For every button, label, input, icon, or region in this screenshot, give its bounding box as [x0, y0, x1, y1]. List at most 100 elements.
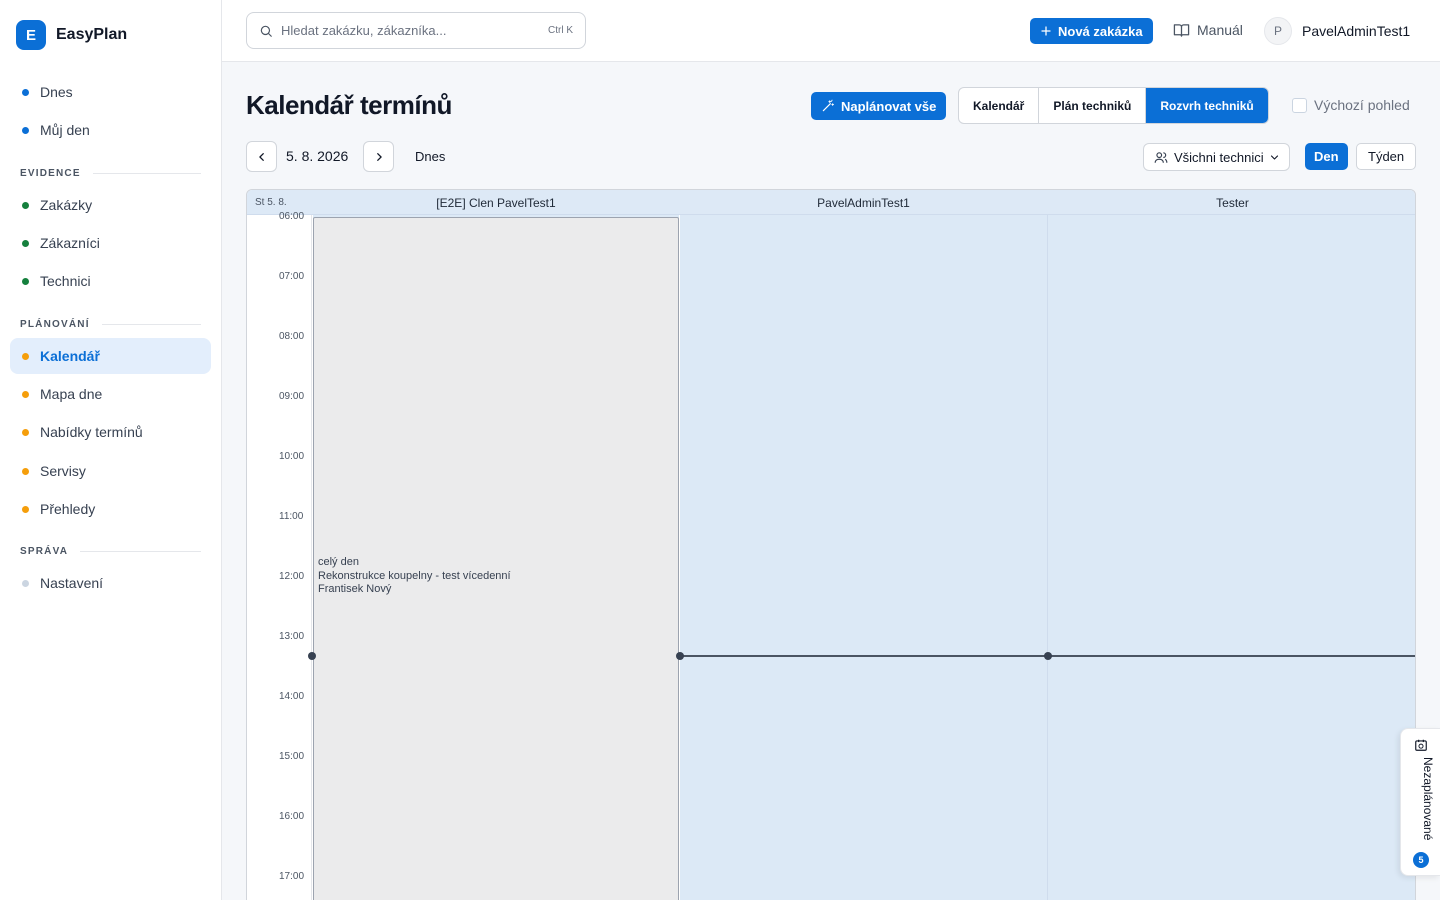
time-label: 08:00 — [279, 331, 305, 342]
plan-all-label: Naplánovat vše — [841, 98, 937, 114]
day-view-button[interactable]: Den — [1305, 143, 1348, 170]
column-header[interactable]: [E2E] Clen PavelTest1 — [313, 196, 679, 210]
plus-icon — [1041, 26, 1051, 36]
plan-all-button[interactable]: Naplánovat vše — [811, 92, 947, 120]
sidebar-item-zakaznici[interactable]: Zákazníci — [10, 225, 211, 261]
checkbox[interactable] — [1292, 97, 1307, 113]
dot-icon — [22, 505, 29, 513]
default-view-checkbox[interactable]: Výchozí pohled — [1292, 97, 1410, 113]
magic-wand-icon — [822, 99, 835, 112]
sidebar-item-label: Můj den — [40, 122, 90, 138]
column-background[interactable] — [680, 215, 1047, 900]
users-icon — [1154, 151, 1168, 163]
brand-name: EasyPlan — [56, 26, 128, 43]
section-label-planovani: PLÁNOVÁNÍ — [20, 319, 201, 330]
manual-label: Manuál — [1197, 22, 1243, 38]
sidebar-item-label: Mapa dne — [40, 386, 103, 402]
dot-icon — [22, 579, 29, 587]
sidebar-item-label: Přehledy — [40, 501, 96, 517]
time-label: 16:00 — [279, 811, 305, 822]
sidebar-item-dnes[interactable]: Dnes — [10, 74, 211, 110]
dot-icon — [22, 352, 29, 360]
dot-icon — [22, 428, 29, 436]
dot-icon — [22, 201, 29, 209]
time-label: 14:00 — [279, 691, 305, 702]
time-label: 10:00 — [279, 451, 305, 462]
sidebar-item-technici[interactable]: Technici — [10, 263, 211, 299]
current-time-dot — [1044, 652, 1052, 660]
column-header[interactable]: PavelAdminTest1 — [680, 196, 1047, 210]
unscheduled-count-badge: 5 — [1413, 852, 1429, 868]
divider — [101, 324, 201, 325]
time-gutter: 06:00 07:00 08:00 09:00 10:00 11:00 12:0… — [247, 211, 312, 900]
manual-link[interactable]: Manuál — [1173, 22, 1243, 38]
tab-kalendar[interactable]: Kalendář — [959, 88, 1040, 123]
next-day-button[interactable] — [363, 141, 394, 172]
prev-day-button[interactable] — [246, 141, 277, 172]
search-icon — [260, 25, 272, 37]
avatar: P — [1264, 17, 1292, 45]
time-label: 09:00 — [279, 391, 305, 402]
sidebar-item-label: Zakázky — [40, 197, 93, 213]
divider — [80, 551, 201, 552]
sidebar-item-nastaveni[interactable]: Nastavení — [10, 565, 211, 601]
calendar-grid: St 5. 8. [E2E] Clen PavelTest1 PavelAdmi… — [246, 189, 1416, 900]
sidebar-item-label: Kalendář — [40, 348, 100, 364]
unscheduled-panel-toggle[interactable]: Nezaplánované 5 — [1400, 728, 1440, 876]
week-view-button[interactable]: Týden — [1356, 143, 1417, 170]
current-time-dot — [676, 652, 684, 660]
current-date: 5. 8. 2026 — [286, 148, 349, 164]
sidebar-item-label: Nabídky termínů — [40, 424, 143, 440]
view-switcher: Kalendář Plán techniků Rozvrh techniků — [958, 87, 1269, 124]
section-label-sprava: SPRÁVA — [20, 546, 201, 557]
brand[interactable]: E EasyPlan — [16, 20, 127, 50]
sidebar-item-nabidky-terminu[interactable]: Nabídky termínů — [10, 414, 211, 450]
user-menu[interactable]: P PavelAdminTest1 — [1264, 17, 1410, 45]
sidebar-item-label: Zákazníci — [40, 235, 100, 251]
sidebar-item-servisy[interactable]: Servisy — [10, 453, 211, 489]
sidebar-item-mapa-dne[interactable]: Mapa dne — [10, 376, 211, 412]
book-icon — [1173, 23, 1190, 37]
sidebar-item-zakazky[interactable]: Zakázky — [10, 187, 211, 223]
tab-rozvrh-techniku[interactable]: Rozvrh techniků — [1146, 88, 1268, 123]
section-title: EVIDENCE — [20, 168, 81, 179]
time-label: 11:00 — [279, 511, 304, 522]
calendar-clock-icon — [1415, 739, 1427, 751]
day-header: St 5. 8. — [255, 197, 287, 208]
user-name: PavelAdminTest1 — [1302, 23, 1411, 39]
sidebar-item-prehledy[interactable]: Přehledy — [10, 491, 211, 527]
unscheduled-label: Nezaplánované — [1421, 757, 1435, 841]
tab-plan-techniku[interactable]: Plán techniků — [1039, 88, 1147, 123]
search-input[interactable]: Hledat zakázku, zákazníka... Ctrl K — [246, 12, 586, 49]
search-placeholder: Hledat zakázku, zákazníka... — [281, 23, 447, 38]
new-order-button[interactable]: Nová zakázka — [1030, 18, 1153, 44]
sidebar-item-label: Dnes — [40, 84, 73, 100]
default-view-label: Výchozí pohled — [1314, 97, 1410, 113]
technician-filter-label: Všichni technici — [1174, 149, 1264, 165]
event-duration: celý den — [318, 556, 359, 568]
dot-icon — [22, 239, 29, 247]
time-label: 15:00 — [279, 751, 305, 762]
time-label: 06:00 — [279, 211, 305, 222]
dot-icon — [22, 277, 29, 285]
technician-filter[interactable]: Všichni technici — [1143, 143, 1290, 171]
sidebar: E EasyPlan Dnes Můj den EVIDENCE Zakázky… — [0, 0, 222, 900]
dot-icon — [22, 126, 29, 134]
column-header[interactable]: Tester — [1048, 196, 1415, 210]
calendar-header: St 5. 8. [E2E] Clen PavelTest1 PavelAdmi… — [247, 190, 1415, 215]
sidebar-item-kalendar[interactable]: Kalendář — [10, 338, 211, 374]
time-label: 13:00 — [279, 631, 305, 642]
sidebar-item-muj-den[interactable]: Můj den — [10, 112, 211, 148]
sidebar-item-label: Servisy — [40, 463, 86, 479]
search-shortcut: Ctrl K — [548, 25, 573, 36]
event-details[interactable]: celý den Rekonstrukce koupelny - test ví… — [318, 556, 511, 597]
sidebar-item-label: Nastavení — [40, 575, 104, 591]
sidebar-item-label: Technici — [40, 273, 91, 289]
column-background[interactable] — [1048, 215, 1415, 900]
column-divider — [1047, 215, 1048, 900]
today-button[interactable]: Dnes — [415, 149, 445, 164]
brand-logo: E — [16, 20, 46, 50]
time-label: 07:00 — [279, 271, 305, 282]
dot-icon — [22, 88, 29, 96]
time-label: 17:00 — [279, 871, 305, 882]
